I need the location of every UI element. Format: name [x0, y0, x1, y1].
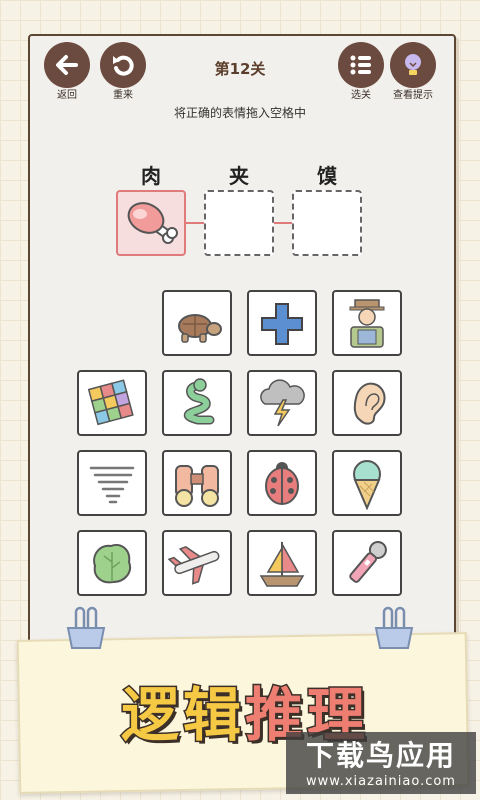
binder-clip-icon [374, 606, 414, 649]
back-button[interactable] [44, 42, 90, 88]
emoji-tile[interactable] [247, 290, 317, 356]
ear-icon [353, 382, 386, 425]
emoji-tile[interactable] [332, 530, 402, 596]
restart-label: 重来 [113, 90, 133, 101]
puzzle-char-2: 夹 [229, 164, 249, 188]
back-label: 返回 [57, 90, 77, 101]
farmer-icon [349, 299, 385, 348]
watermark-text: 下载鸟应用 [305, 739, 456, 772]
answer-slot-1[interactable] [116, 190, 186, 256]
banner-title-char: 辑 [181, 680, 245, 751]
select-level-label: 选关 [351, 90, 371, 101]
watermark: 下载鸟应用 www.xiazainiao.com [286, 732, 476, 794]
hint-button[interactable] [390, 42, 436, 88]
watermark-url: www.xiazainiao.com [306, 774, 456, 789]
emoji-tile[interactable] [332, 450, 402, 516]
puzzle-char-1: 肉 [141, 164, 161, 188]
binder-clip-icon [66, 606, 106, 649]
lettuce-icon [93, 544, 131, 584]
puzzle-char-3: 馍 [317, 164, 337, 188]
tornado-icon [89, 466, 135, 504]
emoji-tile[interactable] [247, 450, 317, 516]
turtle-icon [178, 314, 222, 343]
emoji-tile[interactable] [332, 370, 402, 436]
sailboat-icon [259, 541, 305, 587]
meat-icon [127, 202, 178, 244]
select-level-button[interactable] [338, 42, 384, 88]
emoji-tile[interactable] [247, 370, 317, 436]
emoji-tile[interactable] [247, 530, 317, 596]
emoji-tile[interactable] [162, 530, 232, 596]
emoji-tile[interactable] [77, 530, 147, 596]
slot-connector [186, 222, 206, 224]
emoji-tile[interactable] [162, 370, 232, 436]
banner-title-char: 逻 [119, 680, 183, 751]
slot-connector [274, 222, 294, 224]
list-icon [350, 55, 371, 75]
emoji-tile[interactable] [162, 450, 232, 516]
level-title: 第12关 [214, 60, 266, 78]
thunder-cloud-icon [260, 379, 305, 427]
emoji-tile[interactable] [77, 450, 147, 516]
lightbulb-icon [405, 54, 421, 75]
binoculars-icon [175, 465, 219, 507]
arrow-left-icon [56, 55, 78, 75]
emoji-tile[interactable] [162, 290, 232, 356]
answer-slot-2[interactable] [204, 190, 274, 256]
hint-label: 查看提示 [393, 90, 433, 101]
airplane-icon [168, 546, 220, 585]
ice-cream-icon [353, 460, 381, 510]
emoji-tile[interactable] [332, 290, 402, 356]
plus-icon [261, 303, 303, 345]
instruction-text: 将正确的表情拖入空格中 [173, 106, 306, 120]
ladybug-icon [265, 462, 299, 505]
undo-icon [113, 55, 134, 76]
snake-icon [183, 378, 215, 425]
emoji-tile[interactable] [77, 370, 147, 436]
answer-slot-3[interactable] [292, 190, 362, 256]
restart-button[interactable] [100, 42, 146, 88]
microphone-icon [349, 540, 387, 583]
rubiks-cube-icon [87, 379, 134, 426]
